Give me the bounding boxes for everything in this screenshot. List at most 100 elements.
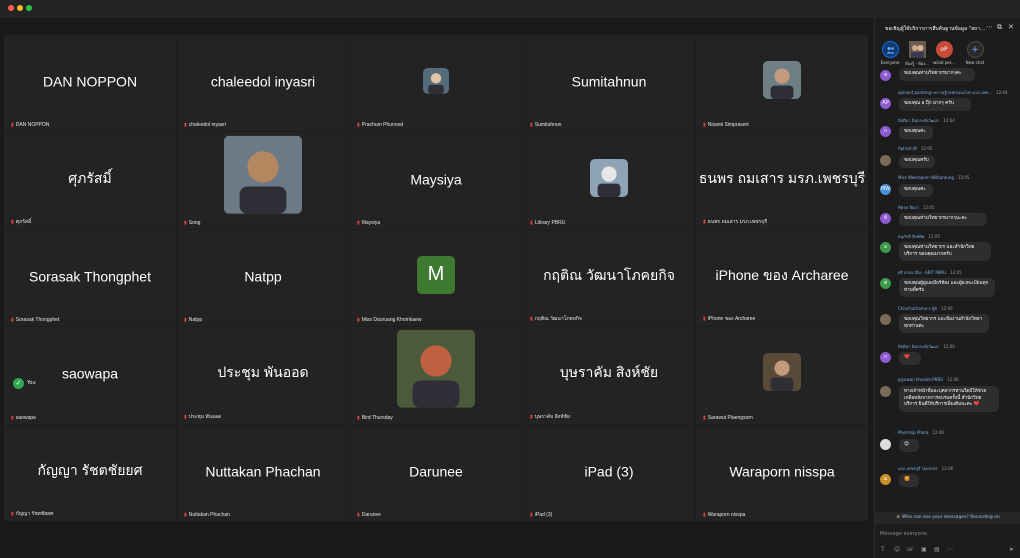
participant-label-text: iPad (3)	[534, 512, 553, 518]
gif-icon[interactable]: GIF	[907, 545, 914, 555]
recording-disclaimer[interactable]: ⊘ Who can see your messages? Recording on	[875, 512, 1020, 524]
more-icon[interactable]: ⋯	[947, 545, 953, 555]
sender-name[interactable]: apinant pantong~ความรู้เกษตรมองโลก.มรภ.เ…	[898, 90, 992, 95]
participant-tile[interactable]: บุษราคัม สิงห์ชัย ▮ บุษราคัม สิงห์ชัย	[523, 327, 695, 424]
more-options-icon[interactable]: ⋯	[986, 24, 993, 31]
message-time: 12:04	[996, 90, 1008, 95]
participant-video	[423, 68, 449, 95]
sender-name[interactable]: ทิพวด ลือฤา	[898, 205, 919, 210]
message-meta: Phornhip Pharo 12:06	[898, 430, 944, 435]
close-chat-icon[interactable]: ✕	[1008, 24, 1014, 31]
chat-message[interactable]: อ อนุภักดี สิงห์ทัพ 12:05 ขอบคุณท่านวิทยากร…	[880, 233, 1018, 262]
mic-muted-icon: ▮	[357, 512, 360, 518]
participant-name-label: ▮ iPad (3)	[530, 512, 552, 518]
message-meta: มรภ.เพชรบุรี โดยกรจร 12:06	[898, 465, 953, 472]
screenshot-icon[interactable]: ▣	[921, 545, 927, 555]
participant-tile[interactable]: iPhone ของ Archaree ▮ iPhone ของ Archaree	[696, 229, 868, 327]
send-icon[interactable]: ➤	[1009, 545, 1014, 555]
participant-name-label: ▮ Bird Thursday	[357, 415, 393, 421]
text-format-icon[interactable]: T	[881, 545, 885, 555]
message-bubble: ขอบคุณวิทยากร และทีมงานสำนักวิทยาทุกท่าน…	[899, 314, 989, 333]
participant-name-label: ▮ กฤติณ วัฒนาโภคยกิจ	[530, 315, 582, 323]
participant-name-label: ▮ Sumitahnun	[530, 122, 561, 128]
sender-name[interactable]: อนุภักดี สิงห์ทัพ	[898, 234, 924, 239]
participant-name-label: ▮ ธนพร ถมเสาร มรภ.เพชรบุรี	[703, 218, 767, 226]
mic-muted-icon: ▮	[184, 122, 187, 129]
file-icon[interactable]: ▤	[934, 545, 940, 555]
sender-name[interactable]: ศรี เกรณาจีน - ARIT PBRU	[898, 270, 946, 275]
chat-header: ขอเชิญผู้ใช้บริการการสืบค้นฐานข้อมูล "สถ…	[875, 18, 1020, 38]
chat-message[interactable]: ฮ ขอบคุณท่านวิทยากรมากๆค่ะ	[880, 68, 1018, 82]
participant-label-text: Prachum Phunood	[361, 122, 404, 129]
message-time: 12:06	[941, 466, 954, 471]
participant-tile[interactable]: iPad (3) ▮ iPad (3)	[523, 424, 695, 521]
pop-out-icon[interactable]: ⧉	[997, 24, 1002, 31]
participant-tile[interactable]: ▮ Bird Thursday	[350, 327, 522, 424]
participant-tile[interactable]: ▮ Nisanti Simprasert	[696, 35, 868, 132]
participant-name-label: ▮ iPhone ของ Archaree	[703, 315, 755, 323]
tab-chat-2[interactable]: ห้องรู้ - ห้อง...	[905, 41, 929, 67]
participant-tile[interactable]: กฤติณ วัฒนาโภคยกิจ ▮ กฤติณ วัฒนาโภคยกิจ	[523, 229, 695, 327]
chat-message[interactable]: ก กิตติมา ฉิมกระทั่งวัฒนา 12:06 ❤️	[880, 343, 1018, 370]
participant-name-label: ▮ ศุภรัสมิ์	[11, 218, 31, 226]
message-time: 12:05	[950, 270, 962, 275]
sender-name[interactable]: กิตติมา ฉิมกระทั่งวัฒนา	[898, 344, 939, 349]
chat-message[interactable]: AP apinant pantong~ความรู้เกษตรมองโลก.มรภ…	[880, 89, 1018, 112]
chat-message[interactable]: ศ ศรี เกรณาจีน - ARIT PBRU 12:05 ขอบคุณผู้ด…	[880, 269, 1018, 298]
chat-message[interactable]: Phornhip Pharo 12:06 😍	[880, 430, 1018, 457]
chat-message[interactable]: ก กิตติมา ฉิมกระทั่งวัฒนา 12:04 ขอบคุณค่ะ	[880, 117, 1018, 140]
tab-everyone[interactable]: Everyone	[878, 41, 902, 65]
chat-message[interactable]: ทั ทิพวด ลือฤา 12:05 ขอบคุณท่านวิทยากรมากๆน…	[880, 204, 1018, 227]
message-meta: apinant pantong~ความรู้เกษตรมองโลก.มรภ.เ…	[898, 89, 1008, 96]
participant-tile[interactable]: chaleedol inyasri ▮ chaleedol inyasri	[177, 35, 349, 132]
sender-name[interactable]: Chinchuthamo-ร ผู้ช	[898, 306, 937, 311]
participant-tile[interactable]: ▮ Song	[177, 132, 349, 229]
participant-tile[interactable]: Nuttakan Phachan ▮ Nuttakan Phachan	[177, 424, 349, 521]
participant-tile[interactable]: Sumitahnun ▮ Sumitahnun	[523, 35, 695, 132]
participant-name-label: ▮ Nuttakan Phachan	[184, 512, 230, 518]
chat-message[interactable]: MW Miss Weeraporn Wilbantung 12:05 ขอบคุณค่…	[880, 175, 1018, 198]
sender-name[interactable]: Phornhip Pharo	[898, 430, 928, 435]
participant-tile[interactable]: M ▮ Miss Daoruang Khomkaew	[350, 229, 522, 327]
participant-tile[interactable]: ▮ Library PBRU	[523, 132, 695, 229]
sender-name[interactable]: Miss Weeraporn Wilbantung	[898, 175, 954, 180]
participant-tile[interactable]: ▮ Prachum Phunood	[350, 35, 522, 132]
sender-name[interactable]: มรภ.เพชรบุรี โดยกรจร	[898, 466, 938, 471]
participant-tile[interactable]: Waraporn nisspa ▮ Waraporn nisspa	[696, 424, 868, 521]
participant-name-label: ▮ chaleedol inyasri	[184, 122, 226, 128]
participant-tile[interactable]: DAN NOPPON ▮ DAN NOPPON	[4, 35, 176, 132]
chat-message[interactable]: piyawan khuaim-PBRU 12:06 ทางเจ้าหน้าที่แล…	[880, 377, 1018, 422]
emoji-icon[interactable]: ☺	[894, 545, 900, 555]
tab-chat-3[interactable]: oP wisat per...	[932, 41, 956, 65]
chat-message[interactable]: ม มรภ.เพชรบุรี โดยกรจร 12:06 🥰	[880, 465, 1018, 492]
participant-tile[interactable]: saowapa ▮ saowapa ✓ You	[4, 327, 176, 424]
message-input[interactable]: Message everyone	[880, 528, 1016, 540]
chat-message[interactable]: Chinchuthamo-ร ผู้ช 12:06 ขอบคุณวิทยากร แล…	[880, 305, 1018, 336]
sender-name[interactable]: Aphisit.W	[898, 146, 917, 151]
message-meta: Aphisit.W 12:05	[898, 146, 932, 151]
tab-new-chat[interactable]: + New chat	[963, 41, 987, 65]
participant-tile[interactable]: กัญญา รัชตชัยยศ ▮ กัญญา รัชตชัยยศ	[4, 424, 176, 521]
participant-name-label: ▮ Miss Daoruang Khomkaew	[357, 317, 422, 323]
chat-message[interactable]: Aphisit.W 12:05 ขอบคุณครับ	[880, 146, 1018, 169]
message-bubble: ❤️	[899, 352, 921, 365]
participant-tile[interactable]: Darunee ▮ Darunee	[350, 424, 522, 521]
sender-name[interactable]: กิตติมา ฉิมกระทั่งวัฒนา	[898, 118, 939, 123]
message-list[interactable]: ฮ ขอบคุณท่านวิทยากรมากๆค่ะ AP apinant panto…	[875, 68, 1020, 528]
participant-display-name: บุษราคัม สิงห์ชัย	[559, 364, 659, 381]
participant-tile[interactable]: Maysiya ▮ Maysiya	[350, 132, 522, 229]
participant-tile[interactable]: ธนพร ถมเสาร มรภ.เพชรบุรี ▮ ธนพร ถมเสาร มรภ…	[696, 132, 868, 229]
group-icon	[881, 41, 899, 58]
participant-tile[interactable]: Natpp ▮ Natpp	[177, 229, 349, 327]
mic-muted-icon: ▮	[703, 316, 706, 323]
close-window-button[interactable]	[8, 5, 14, 11]
message-meta: piyawan khuaim-PBRU 12:06	[898, 377, 959, 382]
maximize-window-button[interactable]	[26, 5, 32, 11]
participant-tile[interactable]: ศุภรัสมิ์ ▮ ศุภรัสมิ์	[4, 132, 176, 229]
participant-tile[interactable]: ประชุม พันออด ▮ ประชุม พันออด	[177, 327, 349, 424]
minimize-window-button[interactable]	[17, 5, 23, 11]
sender-name[interactable]: piyawan khuaim-PBRU	[898, 377, 943, 382]
participant-name-label: ▮ saowapa	[11, 415, 36, 421]
participant-tile[interactable]: ▮ Sarawut Plaengsorn	[696, 327, 868, 424]
participant-tile[interactable]: Sorasak Thongphet ▮ Sorasak Thongphet	[4, 229, 176, 327]
